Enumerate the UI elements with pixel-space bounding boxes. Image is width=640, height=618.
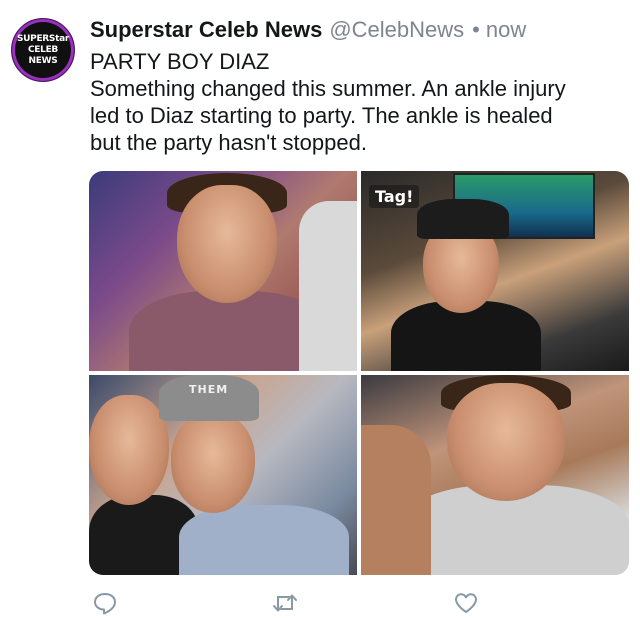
photo-3[interactable]: THEM	[89, 375, 357, 575]
tweet-text-line: led to Diaz starting to party. The ankle…	[90, 103, 553, 128]
avatar[interactable]: SUPERStar CELEB NEWS	[11, 18, 75, 82]
face-shape	[447, 383, 565, 501]
tweet-text-line: Something changed this summer. An ankle …	[90, 76, 566, 101]
heart-icon	[455, 593, 477, 613]
photo-1[interactable]	[89, 171, 357, 371]
tweet-text-line: PARTY BOY DIAZ	[90, 49, 270, 74]
cap-shape	[159, 375, 259, 421]
like-button[interactable]	[451, 588, 481, 618]
reply-button[interactable]	[90, 588, 120, 618]
retweet-icon	[273, 594, 297, 612]
tag-overlay: Tag!	[369, 185, 420, 208]
user-handle[interactable]: @CelebNews	[329, 14, 464, 46]
photo-grid: Tag! THEM	[89, 171, 629, 575]
timestamp[interactable]: now	[486, 14, 526, 46]
photo-4[interactable]	[361, 375, 629, 575]
separator-dot: •	[472, 17, 480, 42]
avatar-line-3: NEWS	[28, 55, 58, 66]
face-shape	[89, 395, 169, 505]
tweet: SUPERStar CELEB NEWS Superstar Celeb New…	[0, 0, 640, 617]
display-name[interactable]: Superstar Celeb News	[90, 14, 322, 46]
cap-shape	[417, 199, 509, 239]
arm-shape	[361, 425, 431, 575]
tweet-text: PARTY BOY DIAZ Something changed this su…	[90, 48, 630, 156]
face-shape	[171, 413, 255, 513]
avatar-line-1: SUPERStar	[16, 33, 70, 44]
arm-shape	[299, 201, 357, 371]
cap-text: THEM	[189, 383, 229, 396]
photo-2[interactable]: Tag!	[361, 171, 629, 371]
tweet-actions	[0, 588, 640, 618]
avatar-line-2: CELEB	[28, 44, 58, 55]
jacket-shape	[179, 505, 349, 575]
tweet-text-line: but the party hasn't stopped.	[90, 130, 367, 155]
speech-bubble-icon	[94, 593, 116, 615]
face-shape	[177, 185, 277, 303]
retweet-button[interactable]	[270, 588, 300, 618]
tweet-header: Superstar Celeb News @CelebNews • now	[90, 14, 526, 46]
